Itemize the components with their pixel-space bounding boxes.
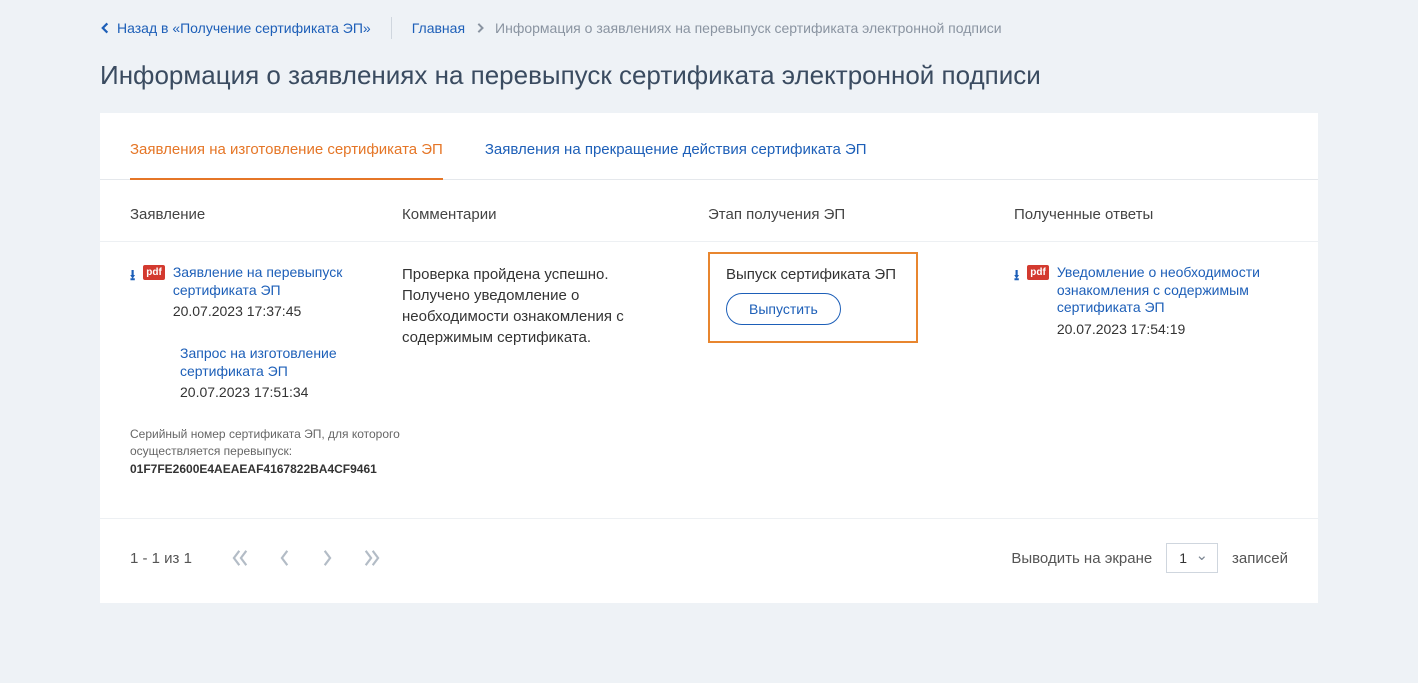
comment-text: Проверка пройдена успешно. Получено увед… xyxy=(402,264,708,348)
chevron-right-icon xyxy=(475,23,485,33)
pager-last[interactable] xyxy=(362,549,380,567)
doc-link[interactable]: Заявление на перевыпуск сертификата ЭП xyxy=(173,264,402,299)
pager-status: 1 - 1 из 1 xyxy=(130,550,192,567)
pdf-badge: pdf xyxy=(143,265,165,280)
tab-manufacture[interactable]: Заявления на изготовление сертификата ЭП xyxy=(130,113,443,180)
application-doc-2: Запрос на изготовление сертификата ЭП 20… xyxy=(180,345,402,400)
comments-cell: Проверка пройдена успешно. Получено увед… xyxy=(402,264,708,478)
col-header-application: Заявление xyxy=(130,206,402,223)
stage-cell: Выпуск сертификата ЭП Выпустить xyxy=(708,264,1014,478)
per-page-value: 1 xyxy=(1179,550,1187,566)
pager-prev[interactable] xyxy=(280,549,291,567)
separator xyxy=(391,17,392,39)
application-cell: ⭳ pdf Заявление на перевыпуск сертификат… xyxy=(130,264,402,478)
pager-first[interactable] xyxy=(232,549,250,567)
download-icon[interactable]: ⭳ xyxy=(130,265,135,290)
pdf-badge: pdf xyxy=(1027,265,1049,280)
issue-button[interactable]: Выпустить xyxy=(726,293,841,325)
tabs: Заявления на изготовление сертификата ЭП… xyxy=(100,113,1318,180)
stage-highlight-box: Выпуск сертификата ЭП Выпустить xyxy=(708,252,918,343)
responses-cell: ⭳ pdf Уведомление о необходимости ознако… xyxy=(1014,264,1288,478)
doc-link[interactable]: Запрос на изготовление сертификата ЭП xyxy=(180,345,402,380)
breadcrumb-home[interactable]: Главная xyxy=(412,20,465,36)
breadcrumb: Главная Информация о заявлениях на перев… xyxy=(412,20,1002,36)
doc-date: 20.07.2023 17:54:19 xyxy=(1057,321,1288,337)
back-link[interactable]: Назад в «Получение сертификата ЭП» xyxy=(100,20,371,36)
serial-number: 01F7FE2600E4AEAEAF4167822BA4CF9461 xyxy=(130,461,402,478)
records-label: записей xyxy=(1232,550,1288,567)
col-header-stage: Этап получения ЭП xyxy=(708,206,1014,223)
download-icon[interactable]: ⭳ xyxy=(1014,265,1019,290)
serial-label: Серийный номер сертификата ЭП, для котор… xyxy=(130,426,402,461)
content-card: Заявления на изготовление сертификата ЭП… xyxy=(100,113,1318,603)
per-page-label: Выводить на экране xyxy=(1011,550,1152,567)
stage-title: Выпуск сертификата ЭП xyxy=(726,266,896,283)
tab-terminate[interactable]: Заявления на прекращение действия сертиф… xyxy=(485,113,867,179)
pager-next[interactable] xyxy=(321,549,332,567)
table-row: ⭳ pdf Заявление на перевыпуск сертификат… xyxy=(100,241,1318,518)
doc-link[interactable]: Уведомление о необходимости ознакомления… xyxy=(1057,264,1288,317)
doc-date: 20.07.2023 17:37:45 xyxy=(173,303,402,319)
back-link-label: Назад в «Получение сертификата ЭП» xyxy=(117,20,371,36)
table-header: Заявление Комментарии Этап получения ЭП … xyxy=(100,180,1318,241)
page-title: Информация о заявлениях на перевыпуск се… xyxy=(100,60,1318,91)
col-header-comments: Комментарии xyxy=(402,206,708,223)
chevron-left-icon xyxy=(100,22,111,34)
breadcrumb-current: Информация о заявлениях на перевыпуск се… xyxy=(495,20,1002,36)
col-header-responses: Полученные ответы xyxy=(1014,206,1288,223)
doc-date: 20.07.2023 17:51:34 xyxy=(180,384,402,400)
pager: 1 - 1 из 1 Выводить на экране 1 xyxy=(100,518,1318,603)
per-page-select[interactable]: 1 xyxy=(1166,543,1218,573)
response-doc-1: ⭳ pdf Уведомление о необходимости ознако… xyxy=(1014,264,1288,337)
application-doc-1: ⭳ pdf Заявление на перевыпуск сертификат… xyxy=(130,264,402,319)
serial-block: Серийный номер сертификата ЭП, для котор… xyxy=(130,426,402,478)
pager-arrows xyxy=(232,549,380,567)
